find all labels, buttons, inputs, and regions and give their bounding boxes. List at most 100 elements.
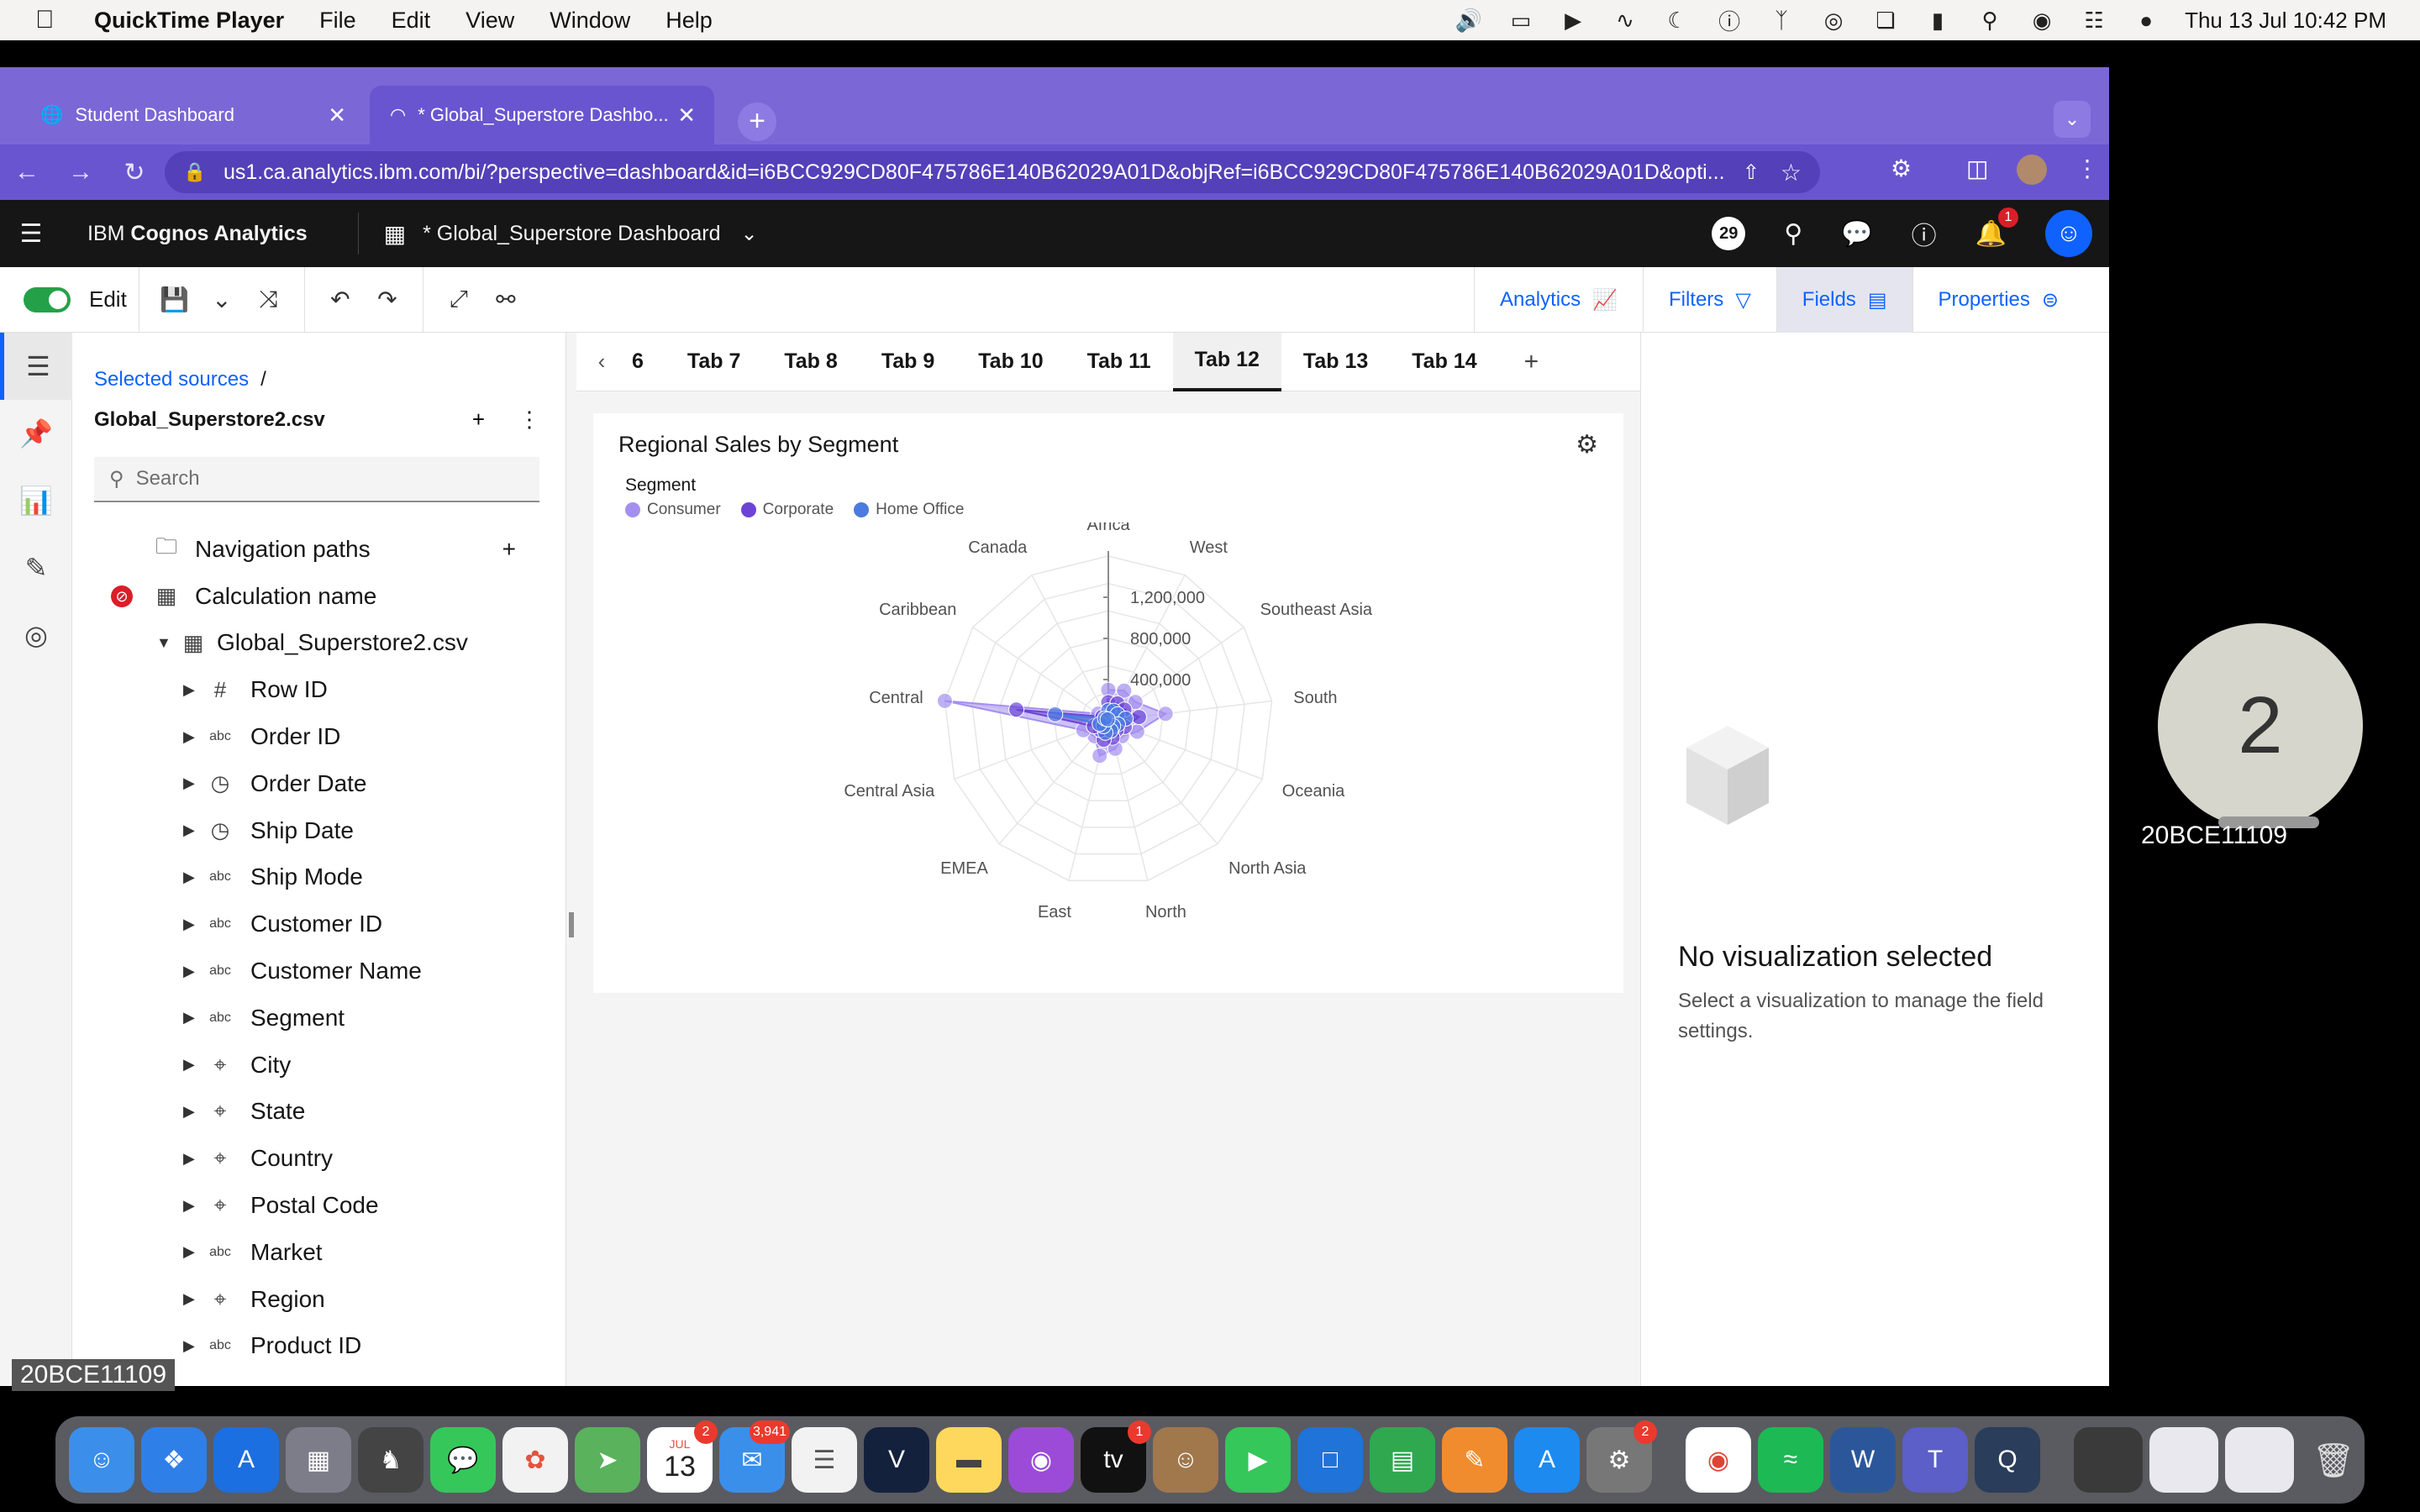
custom-widgets-icon[interactable]: ◎: [0, 601, 72, 669]
tree-item[interactable]: ▶ ⌖ City: [72, 1042, 566, 1089]
keynote-icon[interactable]: □: [1297, 1427, 1363, 1493]
system-settings-icon[interactable]: ⚙ 2: [1586, 1420, 1657, 1493]
reload-icon[interactable]: ↻: [108, 158, 161, 187]
maps-icon[interactable]: ➤: [575, 1427, 640, 1493]
accessibility-icon[interactable]: ⓘ: [1716, 9, 1743, 34]
extensions-icon[interactable]: ⚙: [1891, 155, 1912, 182]
forward-icon[interactable]: →: [54, 158, 108, 186]
caret-right-icon[interactable]: ▶: [183, 1150, 195, 1168]
share-icon[interactable]: ⤨: [245, 286, 292, 313]
breadcrumb-link[interactable]: Selected sources: [94, 368, 249, 391]
app-store-icon[interactable]: A: [1514, 1427, 1580, 1493]
analytics-button[interactable]: Analytics 📈: [1474, 267, 1643, 333]
teams-icon[interactable]: T: [1902, 1427, 1968, 1493]
launchpad-icon[interactable]: ▦: [286, 1427, 351, 1493]
save-icon[interactable]: 💾: [151, 286, 198, 313]
add-navigation-path-icon[interactable]: +: [502, 536, 516, 563]
menu-app-name[interactable]: QuickTime Player: [94, 8, 284, 34]
tree-item[interactable]: ▶ # Row ID: [72, 666, 566, 713]
caret-right-icon[interactable]: ▶: [183, 916, 195, 933]
hamburger-menu-icon[interactable]: ☰: [0, 219, 62, 249]
notes-icon[interactable]: ▬: [936, 1427, 1002, 1493]
moon-icon[interactable]: ☾: [1664, 8, 1691, 33]
window-icon[interactable]: ❏: [1872, 8, 1899, 33]
apple-tv-icon[interactable]: tv 1: [1081, 1420, 1151, 1493]
legend-item[interactable]: Home Office: [854, 501, 964, 519]
tree-item[interactable]: ▶ ◷ Ship Date: [72, 807, 566, 854]
undo-icon[interactable]: ↶: [317, 286, 364, 313]
menu-help[interactable]: Help: [666, 8, 713, 34]
notifications-bell-icon[interactable]: 🔔 1: [1975, 207, 2018, 249]
caret-right-icon[interactable]: ▶: [183, 822, 195, 839]
fullscreen-icon[interactable]: ⤢: [435, 286, 482, 313]
photos-icon[interactable]: ✿: [502, 1427, 568, 1493]
assistant-count-badge[interactable]: 29: [1712, 217, 1746, 250]
splitter-grip[interactable]: [569, 912, 574, 937]
play-icon[interactable]: ▶: [1560, 8, 1586, 33]
legend-item[interactable]: Corporate: [740, 501, 834, 519]
menu-edit[interactable]: Edit: [392, 8, 431, 34]
calendar-icon[interactable]: JUL 13 2: [647, 1420, 718, 1493]
instruments-icon[interactable]: A: [213, 1427, 279, 1493]
widgets-icon[interactable]: ✎: [0, 534, 72, 601]
caret-right-icon[interactable]: ▶: [183, 774, 195, 792]
tab-7[interactable]: Tab 7: [666, 333, 762, 391]
tree-item[interactable]: ▶ abc Segment: [72, 995, 566, 1042]
settings-icon[interactable]: ⚙: [1576, 430, 1598, 459]
browser-menu-icon[interactable]: ⋮: [2075, 155, 2099, 182]
caret-right-icon[interactable]: ▶: [183, 963, 195, 980]
messages-icon[interactable]: 💬: [430, 1427, 496, 1493]
recent-window-thumbnail-icon[interactable]: [2074, 1427, 2143, 1493]
legend-item[interactable]: Consumer: [625, 501, 721, 519]
control-center-icon[interactable]: ☷: [2081, 8, 2107, 33]
chevron-down-icon[interactable]: ⌄: [740, 222, 757, 246]
tree-item[interactable]: ▶ ⌖ Region: [72, 1276, 566, 1323]
display-icon[interactable]: ▭: [1507, 8, 1534, 33]
menu-file[interactable]: File: [319, 8, 356, 34]
tree-item[interactable]: ▶ ⌖ State: [72, 1089, 566, 1136]
close-tab-icon[interactable]: ✕: [328, 102, 346, 129]
pages-icon[interactable]: ✎: [1442, 1427, 1507, 1493]
caret-right-icon[interactable]: ▶: [183, 1009, 195, 1026]
new-tab-button[interactable]: +: [738, 102, 776, 141]
caret-right-icon[interactable]: ▶: [183, 1103, 195, 1121]
caret-right-icon[interactable]: ▶: [183, 1337, 195, 1355]
tree-item[interactable]: ⊘ ▦ Calculation name: [72, 573, 566, 620]
visualization-card[interactable]: Regional Sales by Segment ⚙ Segment Cons…: [593, 413, 1623, 993]
vectorworks-icon[interactable]: V: [864, 1427, 929, 1493]
tree-item[interactable]: ▶ abc Customer ID: [72, 900, 566, 948]
quicktime-icon[interactable]: Q: [1975, 1427, 2040, 1493]
tree-item[interactable]: 🗀 Navigation paths +: [72, 526, 566, 573]
recent-window-thumbnail-icon[interactable]: [2225, 1427, 2294, 1493]
caret-down-icon[interactable]: ▼: [156, 634, 171, 652]
facetime-icon[interactable]: ▶: [1225, 1427, 1291, 1493]
tab-12[interactable]: Tab 12: [1172, 332, 1281, 391]
properties-button[interactable]: Properties ⊜: [1912, 267, 2085, 333]
tree-item[interactable]: ▶ ◷ Order Date: [72, 760, 566, 807]
trash-icon[interactable]: 🗑: [2301, 1427, 2366, 1493]
user-icon[interactable]: ◉: [2028, 8, 2055, 33]
bookmark-star-icon[interactable]: ☆: [1781, 159, 1802, 186]
menubar-datetime[interactable]: Thu 13 Jul 10:42 PM: [2185, 8, 2386, 34]
tree-item[interactable]: ▶ ⌖ Country: [72, 1135, 566, 1182]
tree-item[interactable]: ▼ ▦ Global_Superstore2.csv: [72, 620, 566, 667]
caret-right-icon[interactable]: ▶: [183, 1290, 195, 1308]
lock-icon[interactable]: 🔒: [183, 161, 206, 183]
close-tab-icon[interactable]: ✕: [677, 102, 696, 129]
profile-avatar[interactable]: [2017, 155, 2047, 185]
chrome-icon[interactable]: ◉: [1686, 1427, 1751, 1493]
tab-13[interactable]: Tab 13: [1281, 333, 1390, 391]
filters-button[interactable]: Filters ▽: [1642, 267, 1776, 333]
caret-right-icon[interactable]: ▶: [183, 681, 195, 699]
tab-6[interactable]: 6: [627, 333, 666, 391]
apple-menu-icon[interactable]: : [35, 6, 69, 34]
search-input[interactable]: ⚲ Search: [94, 457, 539, 502]
sidepanel-icon[interactable]: ◫: [1966, 155, 1988, 182]
tab-8[interactable]: Tab 8: [762, 333, 859, 391]
battery-icon[interactable]: ▮: [1924, 8, 1951, 33]
airdrop-icon[interactable]: ◎: [1820, 8, 1847, 33]
panel-splitter[interactable]: [566, 333, 576, 1386]
tree-item[interactable]: ▶ ⌖ Postal Code: [72, 1182, 566, 1229]
recent-window-thumbnail-icon[interactable]: [2149, 1427, 2218, 1493]
caret-right-icon[interactable]: ▶: [183, 1243, 195, 1261]
